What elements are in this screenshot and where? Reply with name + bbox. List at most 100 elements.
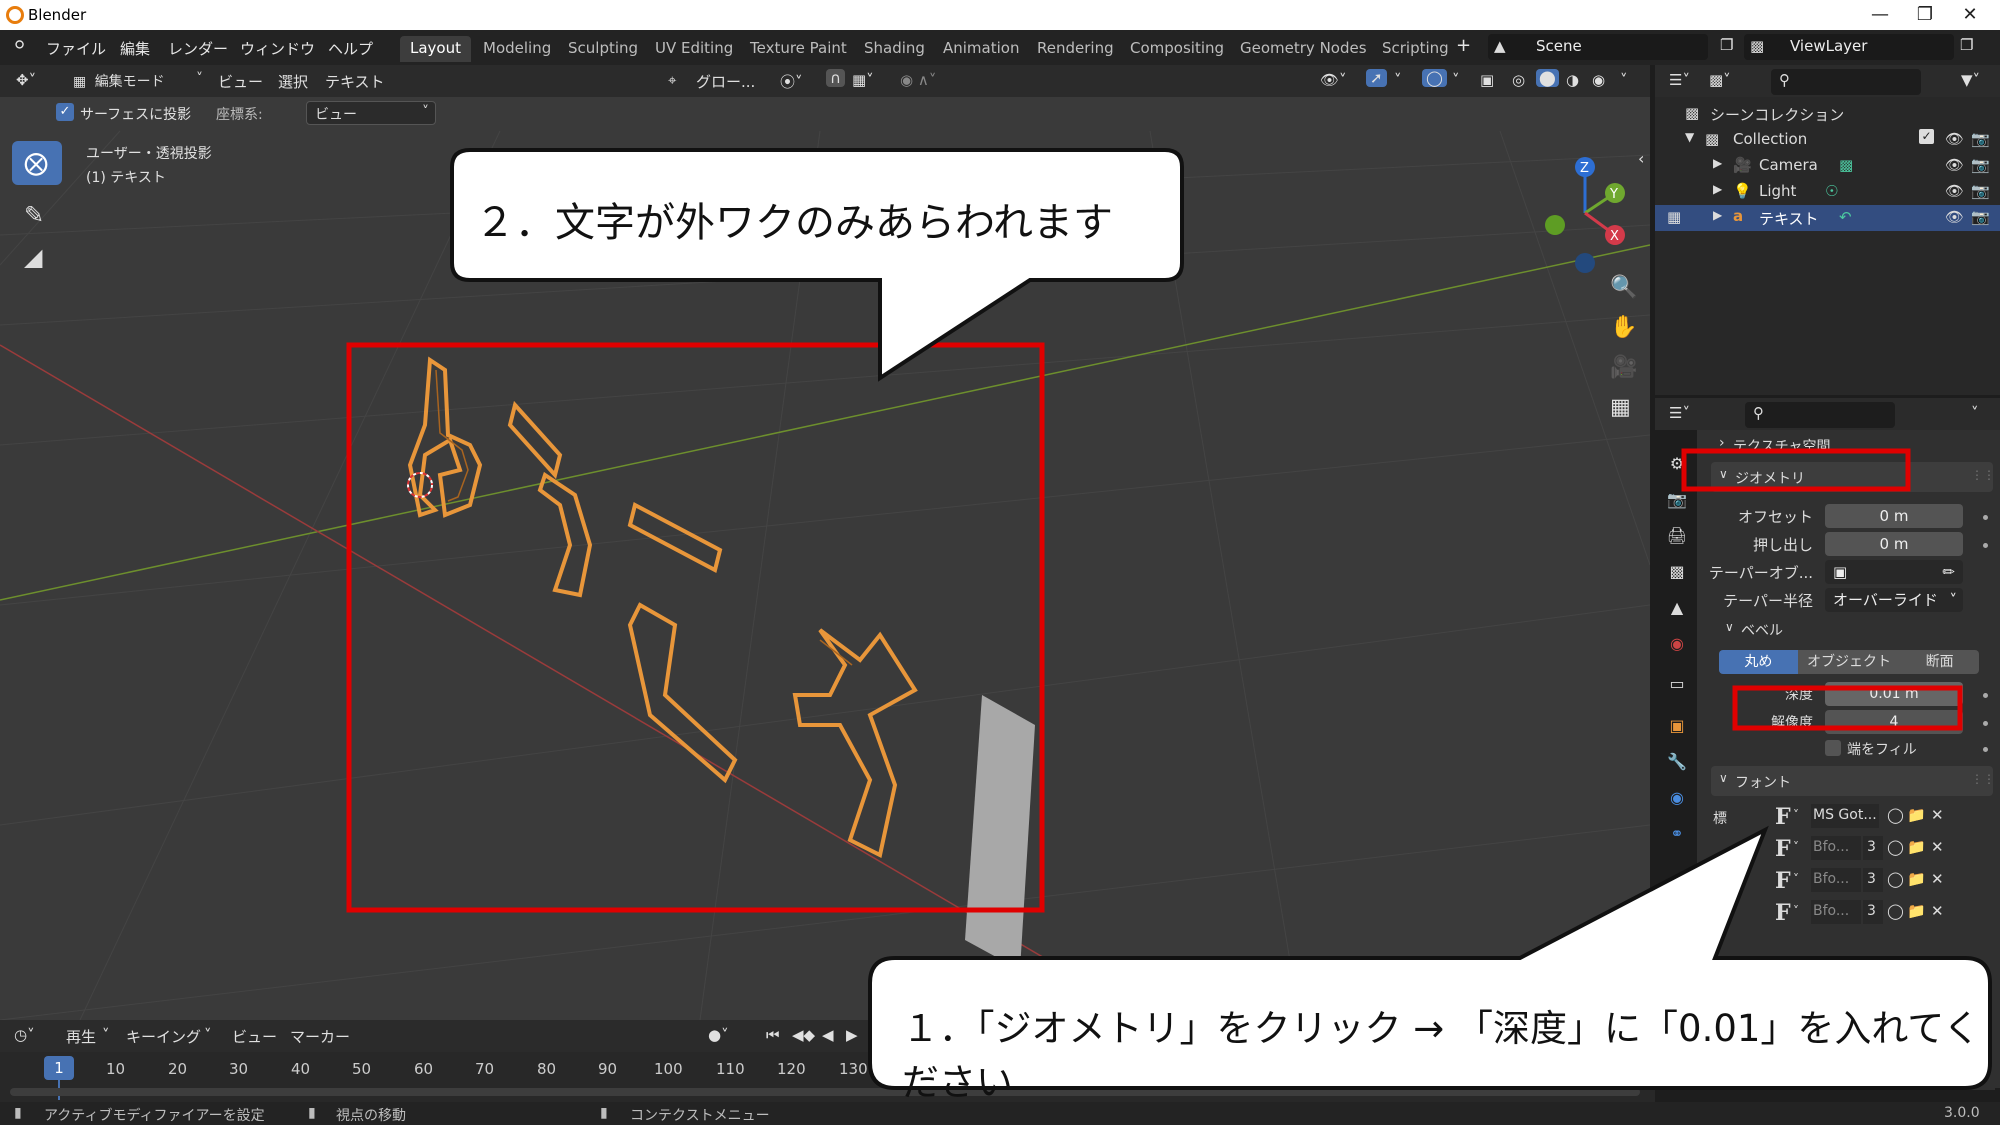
- camera-data-icon[interactable]: ▩: [1839, 156, 1853, 174]
- light-data-icon[interactable]: ☉: [1825, 182, 1838, 200]
- ortho-grid-icon[interactable]: ▦: [1610, 395, 1631, 420]
- scene-collection-row[interactable]: ▩ シーンコレクション: [1655, 101, 2000, 127]
- outliner-search-input[interactable]: ⚲: [1771, 69, 1921, 95]
- menu-edit[interactable]: 編集: [120, 38, 150, 59]
- folder-icon[interactable]: 📁: [1907, 870, 1926, 888]
- mode-dropdown[interactable]: ▦ 編集モード ˅: [65, 69, 205, 93]
- output-tab-icon[interactable]: 🖨: [1663, 522, 1691, 550]
- overlay-dropdown-icon[interactable]: ˅: [1452, 71, 1460, 89]
- chevron-down-icon[interactable]: ˅: [1793, 840, 1799, 854]
- extrude-field[interactable]: 0 m: [1825, 532, 1963, 556]
- snap-icon[interactable]: ∩: [826, 69, 845, 87]
- keyframe-dot[interactable]: [1983, 693, 1988, 698]
- outliner-type-icon[interactable]: ☰˅: [1669, 71, 1690, 89]
- unlink-x-icon[interactable]: ✕: [1931, 806, 1944, 824]
- bevel-tab-profile[interactable]: 断面: [1900, 650, 1979, 674]
- menu-keying[interactable]: キーイング: [126, 1026, 201, 1047]
- gizmo-icon[interactable]: ➚: [1366, 69, 1387, 87]
- collection-tab-icon[interactable]: ▭: [1663, 670, 1691, 698]
- keyframe-dot[interactable]: [1983, 515, 1988, 520]
- menu-playback[interactable]: 再生: [66, 1026, 96, 1047]
- snap-target-icon[interactable]: ▦˅: [852, 71, 874, 89]
- edit-mode-icon[interactable]: ▦: [1667, 208, 1681, 226]
- visibility-eye-icon[interactable]: 👁: [1945, 182, 1964, 200]
- font-name-field[interactable]: MS Got...: [1811, 804, 1879, 828]
- font-name-field[interactable]: Bfo...: [1811, 836, 1861, 860]
- minimize-button[interactable]: —: [1860, 2, 1900, 28]
- physics-tab-icon[interactable]: ◉: [1663, 784, 1691, 812]
- resolution-field[interactable]: 4: [1825, 710, 1963, 734]
- tab-shading[interactable]: Shading: [854, 36, 935, 62]
- tab-layout[interactable]: Layout: [400, 36, 471, 62]
- play-icon[interactable]: ▶: [846, 1026, 858, 1044]
- world-tab-icon[interactable]: ◉: [1663, 630, 1691, 658]
- tool-tab-icon[interactable]: ⚙: [1663, 450, 1691, 478]
- properties-search-input[interactable]: ⚲: [1745, 402, 1895, 428]
- maximize-button[interactable]: ❐: [1905, 2, 1945, 28]
- modifier-wrench-icon[interactable]: 🔧: [1663, 748, 1691, 776]
- curve-data-icon[interactable]: ↶: [1839, 208, 1852, 226]
- outliner-item-collection[interactable]: ▼ ▩ Collection ✓ 👁 📷: [1655, 127, 2000, 153]
- menu-text[interactable]: テキスト: [325, 71, 385, 92]
- material-shading-icon[interactable]: ◑: [1566, 71, 1579, 89]
- proportional-edit-icon[interactable]: ◉ ∧˅: [900, 71, 936, 89]
- tab-texture-paint[interactable]: Texture Paint: [740, 36, 857, 62]
- depth-field[interactable]: 0.01 m: [1825, 682, 1963, 706]
- xray-icon[interactable]: ▣: [1480, 71, 1494, 89]
- texture-space-panel-header[interactable]: › テクスチャ空間: [1711, 432, 1993, 458]
- render-camera-icon[interactable]: 📷: [1971, 182, 1990, 200]
- font-icon[interactable]: F: [1775, 900, 1791, 926]
- bevel-tab-round[interactable]: 丸め: [1719, 650, 1798, 674]
- properties-type-icon[interactable]: ☰˅: [1669, 404, 1690, 422]
- fill-caps-checkbox[interactable]: [1825, 740, 1841, 756]
- scene-selector[interactable]: ▲ Scene: [1488, 34, 1708, 60]
- viewlayer-selector[interactable]: ▩ ViewLayer: [1744, 34, 1954, 60]
- font-icon[interactable]: F: [1775, 836, 1791, 862]
- unlink-x-icon[interactable]: ✕: [1931, 838, 1944, 856]
- font-icon[interactable]: F: [1775, 804, 1791, 830]
- prev-keyframe-icon[interactable]: ◀◆: [792, 1026, 815, 1044]
- tab-modeling[interactable]: Modeling: [473, 36, 561, 62]
- current-frame-indicator[interactable]: 1: [44, 1056, 74, 1080]
- chevron-down-icon[interactable]: ˅: [1793, 904, 1799, 918]
- drag-handle-icon[interactable]: ⋮⋮: [1971, 468, 1995, 482]
- tab-geometry-nodes[interactable]: Geometry Nodes: [1230, 36, 1377, 62]
- snap-surface-checkbox[interactable]: ✓: [56, 103, 74, 121]
- tab-animation[interactable]: Animation: [933, 36, 1029, 62]
- menu-marker[interactable]: マーカー: [290, 1026, 350, 1047]
- visibility-eye-icon[interactable]: 👁: [1945, 156, 1964, 174]
- chevron-down-icon[interactable]: ˅: [1793, 872, 1799, 886]
- chevron-down-icon[interactable]: ˅: [102, 1026, 110, 1044]
- play-reverse-icon[interactable]: ◀: [822, 1026, 834, 1044]
- tab-sculpting[interactable]: Sculpting: [558, 36, 648, 62]
- fake-user-shield-icon[interactable]: ◯: [1887, 902, 1904, 920]
- chevron-down-icon[interactable]: ˅: [204, 1026, 212, 1044]
- zoom-icon[interactable]: 🔍: [1610, 275, 1637, 300]
- render-camera-icon[interactable]: 📷: [1971, 208, 1990, 226]
- visibility-eye-icon[interactable]: 👁: [1945, 130, 1964, 148]
- unlink-x-icon[interactable]: ✕: [1931, 870, 1944, 888]
- coord-dropdown[interactable]: ビュー ˅: [306, 101, 436, 125]
- tab-scripting[interactable]: Scripting: [1372, 36, 1459, 62]
- display-mode-icon[interactable]: ▩˅: [1709, 71, 1731, 89]
- copy-scene-icon[interactable]: ❐: [1720, 36, 1733, 54]
- transform-orientation-dropdown[interactable]: グロー...: [696, 71, 755, 92]
- render-camera-icon[interactable]: 📷: [1971, 130, 1990, 148]
- wireframe-shading-icon[interactable]: ◎: [1512, 71, 1525, 89]
- chevron-down-icon[interactable]: ˅: [1793, 808, 1799, 822]
- overlay-icon[interactable]: ◯: [1422, 69, 1447, 87]
- taper-radius-dropdown[interactable]: オーバーライド ˅: [1825, 588, 1963, 612]
- outliner-item-light[interactable]: ▶ 💡 Light ☉ 👁 📷: [1655, 179, 2000, 205]
- fake-user-shield-icon[interactable]: ◯: [1887, 838, 1904, 856]
- font-name-field[interactable]: Bfo...: [1811, 868, 1861, 892]
- cursor-tool-button[interactable]: ⨂: [12, 141, 62, 185]
- filter-icon[interactable]: ▼˅: [1961, 71, 1980, 89]
- measure-tool-button[interactable]: ◢: [12, 237, 62, 281]
- visibility-icon[interactable]: 👁˅: [1320, 71, 1347, 89]
- expand-icon[interactable]: ▶: [1713, 208, 1722, 222]
- close-button[interactable]: ✕: [1950, 2, 1990, 28]
- options-dropdown-icon[interactable]: ˅: [1971, 404, 1979, 422]
- menu-render[interactable]: レンダー: [168, 38, 228, 59]
- constraint-tab-icon[interactable]: ⚭: [1663, 820, 1691, 848]
- pivot-icon[interactable]: ⦿˅: [780, 71, 803, 92]
